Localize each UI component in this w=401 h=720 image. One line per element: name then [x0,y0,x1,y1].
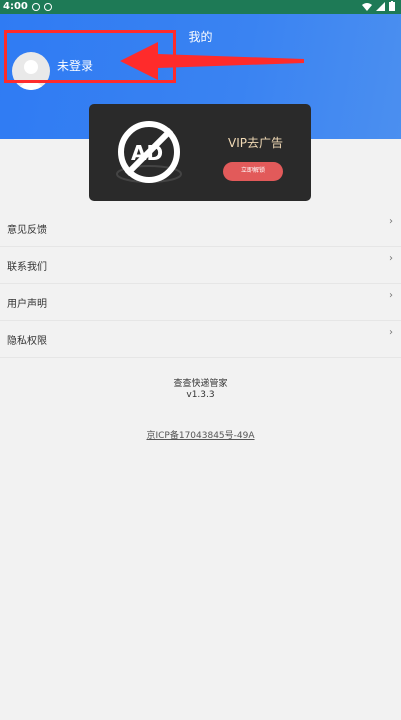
vip-banner[interactable]: AD VIP去广告 立即解锁 [89,104,311,201]
chevron-right-icon: › [389,253,393,264]
battery-icon [389,1,395,11]
menu-item-label: 用户声明 [7,299,47,310]
unlock-button[interactable]: 立即解锁 [223,162,283,181]
chevron-right-icon: › [389,216,393,227]
menu-item-user-statement[interactable]: 用户声明 › [0,284,401,321]
annotation-arrow-icon [120,42,304,80]
menu-item-contact[interactable]: 联系我们 › [0,247,401,284]
sync-icon [43,3,52,11]
notification-icon [31,3,40,11]
status-bar: 4:00 [0,0,401,14]
app-name: 查查快递管家 [173,379,228,389]
menu-item-privacy[interactable]: 隐私权限 › [0,321,401,358]
wifi-icon [362,2,372,11]
chevron-right-icon: › [389,327,393,338]
menu-item-label: 隐私权限 [7,336,47,347]
settings-menu: 意见反馈 › 联系我们 › 用户声明 › 隐私权限 › [0,210,401,358]
ad-label: AD [131,141,164,165]
menu-item-feedback[interactable]: 意见反馈 › [0,210,401,247]
app-version: v1.3.3 [186,390,215,400]
menu-item-label: 意见反馈 [7,225,47,236]
icp-link[interactable]: 京ICP备17043845号-49A [0,428,401,441]
vip-title: VIP去广告 [228,136,283,150]
menu-item-label: 联系我们 [7,262,47,273]
signal-icon [376,1,385,11]
chevron-right-icon: › [389,290,393,301]
status-time: 4:00 [3,1,28,12]
